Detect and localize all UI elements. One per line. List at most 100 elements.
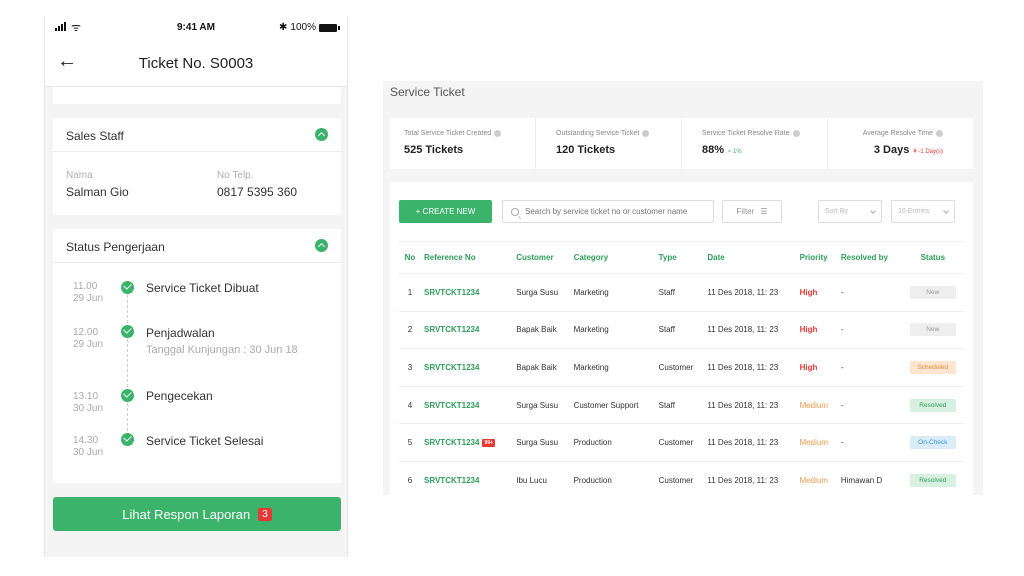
- battery-percent: 100%: [290, 22, 316, 33]
- reference-link[interactable]: SRVTCKT1234: [421, 311, 514, 350]
- status-badge: On-Check: [909, 436, 956, 450]
- stat-total-created: Total Service Ticket Created 525 Tickets: [390, 118, 536, 169]
- category-cell: Production: [570, 461, 656, 495]
- table-row[interactable]: 5 SRVTCKT1234 99+ Surga Susu Production Custo…: [399, 423, 964, 462]
- sort-select[interactable]: Sort By: [818, 200, 882, 223]
- reference-link[interactable]: SRVTCKT1234: [421, 273, 514, 312]
- notification-badge: 3: [258, 507, 272, 521]
- search-input[interactable]: [525, 207, 705, 216]
- customer-cell: Surga Susu: [513, 386, 571, 425]
- table-row[interactable]: 2 SRVTCKT1234 Bapak Baik Marketing Staff 11 D…: [399, 311, 964, 350]
- status-cell: New: [901, 273, 964, 312]
- timeline-connector: [127, 403, 128, 431]
- category-cell: Production: [570, 423, 656, 462]
- info-icon[interactable]: [936, 130, 943, 137]
- status-cell: Resolved: [901, 461, 964, 495]
- type-cell: Staff: [655, 386, 705, 425]
- status-header[interactable]: Status Pengerjaan: [53, 229, 341, 263]
- sales-staff-card: Sales Staff Nama Salman Gio No Telp. 081…: [53, 118, 341, 215]
- sales-staff-title: Sales Staff: [66, 129, 124, 143]
- info-icon[interactable]: [792, 130, 800, 137]
- step-title: Penjadwalan: [146, 326, 215, 340]
- resolved-by-cell: -: [837, 273, 902, 312]
- status-badge: Scheduled: [909, 360, 956, 374]
- table-row[interactable]: 1 SRVTCKT1234 Surga Susu Marketing Staff 11 D…: [399, 273, 964, 312]
- info-icon[interactable]: [494, 130, 502, 137]
- stat-avg-resolve-time: Average Resolve Time 3 Days ¥ -1 Day(s): [862, 130, 943, 156]
- status-cell: Resolved: [901, 386, 964, 425]
- chevron-up-icon[interactable]: [315, 239, 328, 252]
- col-type[interactable]: Type: [655, 241, 705, 274]
- type-cell: Customer: [655, 348, 705, 387]
- mobile-ticket-screen: ᯤ 9:41 AM ✱ 100% ← Ticket No. S0003 Sale…: [44, 17, 348, 557]
- chevron-up-icon[interactable]: [315, 128, 328, 141]
- date-cell: 11 Des 2018, 11: 23: [704, 461, 797, 495]
- row-no: 5: [399, 423, 421, 462]
- table-row[interactable]: 4 SRVTCKT1234 Surga Susu Customer Support St…: [399, 386, 964, 425]
- col-date[interactable]: Date: [704, 241, 797, 274]
- row-no: 1: [399, 273, 421, 312]
- step-title: Service Ticket Selesai: [146, 434, 264, 448]
- status-badge: New: [909, 285, 956, 299]
- phone-value: 0817 5395 360: [217, 185, 298, 199]
- ticket-table: No Reference No Customer Category Type D…: [399, 241, 964, 495]
- type-cell: Customer: [655, 461, 705, 495]
- check-circle-icon: [121, 389, 134, 402]
- date-cell: 11 Des 2018, 11: 23: [704, 273, 797, 312]
- priority-cell: Medium: [796, 386, 838, 425]
- category-cell: Marketing: [570, 348, 656, 387]
- resolved-by-cell: -: [837, 348, 902, 387]
- resolved-by-cell: -: [837, 423, 902, 462]
- status-card: Status Pengerjaan 11.00 29 Jun Service T…: [53, 229, 341, 483]
- col-status[interactable]: Status: [901, 241, 964, 274]
- cta-label: Lihat Respon Laporan: [122, 506, 251, 522]
- timeline-connector: [127, 339, 128, 387]
- step-time: 14.30 30 Jun: [73, 435, 104, 458]
- col-category[interactable]: Category: [570, 241, 656, 274]
- view-report-response-button[interactable]: Lihat Respon Laporan 3: [53, 497, 341, 531]
- filter-label: Filter: [736, 207, 755, 216]
- date-cell: 11 Des 2018, 11: 23: [704, 348, 797, 387]
- canvas: ᯤ 9:41 AM ✱ 100% ← Ticket No. S0003 Sale…: [0, 0, 1024, 576]
- reference-link[interactable]: SRVTCKT1234: [421, 386, 514, 425]
- col-reference[interactable]: Reference No: [421, 241, 514, 274]
- customer-cell: Bapak Baik: [513, 348, 571, 387]
- collapsed-card: [53, 87, 341, 104]
- type-cell: Customer: [655, 423, 705, 462]
- timeline-connector: [127, 295, 128, 323]
- sales-staff-header[interactable]: Sales Staff: [53, 118, 341, 152]
- create-new-button[interactable]: + CREATE NEW: [399, 200, 492, 223]
- status-cell: Scheduled: [901, 348, 964, 387]
- table-row[interactable]: 3 SRVTCKT1234 Bapak Baik Marketing Customer 1…: [399, 348, 964, 387]
- reference-link[interactable]: SRVTCKT1234 99+: [421, 423, 514, 462]
- check-circle-icon: [121, 281, 134, 294]
- row-no: 2: [399, 311, 421, 350]
- page-title: Ticket No. S0003: [138, 55, 254, 72]
- col-priority[interactable]: Priority: [796, 241, 838, 274]
- step-time: 11.00 29 Jun: [73, 281, 104, 304]
- reference-link[interactable]: SRVTCKT1234: [421, 348, 514, 387]
- status-title: Status Pengerjaan: [66, 240, 165, 254]
- page-title: Service Ticket: [390, 85, 465, 99]
- info-icon[interactable]: [642, 130, 650, 137]
- entries-select[interactable]: 10 Entries: [891, 200, 955, 223]
- filter-button[interactable]: Filter ☰: [722, 200, 782, 223]
- col-resolved-by[interactable]: Resolved by: [837, 241, 902, 274]
- reference-link[interactable]: SRVTCKT1234: [421, 461, 514, 495]
- trend-up-delta: ≈ 1%: [728, 149, 742, 155]
- stat-outstanding: Outstanding Service Ticket 120 Tickets: [536, 118, 682, 169]
- customer-cell: Surga Susu: [513, 273, 571, 312]
- search-icon: [511, 207, 519, 216]
- table-row[interactable]: 6 SRVTCKT1234 Ibu Lucu Production Customer 11…: [399, 461, 964, 495]
- customer-cell: Ibu Lucu: [513, 461, 571, 495]
- trend-down-delta: ¥ -1 Day(s): [913, 149, 943, 155]
- battery-icon: [319, 23, 340, 32]
- check-circle-icon: [121, 433, 134, 446]
- col-no[interactable]: No: [399, 241, 421, 274]
- name-value: Salman Gio: [66, 185, 129, 199]
- row-no: 4: [399, 386, 421, 425]
- row-no: 6: [399, 461, 421, 495]
- search-box[interactable]: [502, 200, 714, 223]
- date-cell: 11 Des 2018, 11: 23: [704, 311, 797, 350]
- col-customer[interactable]: Customer: [513, 241, 571, 274]
